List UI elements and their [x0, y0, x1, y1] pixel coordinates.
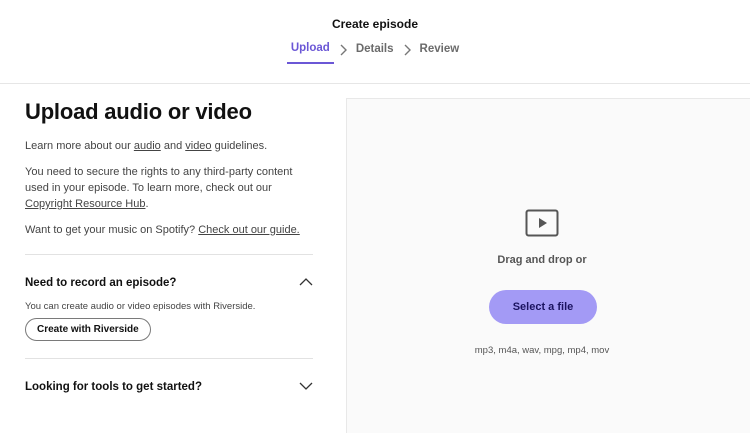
chevron-down-icon[interactable] — [299, 378, 313, 396]
music-guide-link[interactable]: Check out our guide. — [198, 224, 300, 236]
stepper: Upload Details Review — [0, 42, 750, 64]
record-episode-accordion[interactable]: Need to record an episode? — [25, 255, 313, 292]
video-guidelines-link[interactable]: video — [185, 140, 211, 152]
upload-heading: Upload audio or video — [25, 99, 252, 124]
header: Create episode Upload Details Review — [0, 0, 750, 84]
rights-text: You need to secure the rights to any thi… — [25, 164, 313, 212]
audio-guidelines-link[interactable]: audio — [134, 140, 161, 152]
music-text: Want to get your music on Spotify? Check… — [25, 222, 313, 238]
guidelines-suffix: guidelines. — [211, 140, 268, 152]
page-title: Create episode — [331, 17, 419, 31]
supported-formats: mp3, m4a, wav, mpg, mp4, mov — [474, 345, 610, 356]
copyright-hub-link[interactable]: Copyright Resource Hub — [25, 198, 145, 210]
music-body: Want to get your music on Spotify? — [25, 224, 199, 236]
step-upload[interactable]: Upload — [286, 42, 334, 64]
create-with-riverside-button[interactable]: Create with Riverside — [25, 318, 151, 341]
select-file-button[interactable]: Select a file — [489, 290, 597, 324]
step-review[interactable]: Review — [416, 43, 464, 63]
guidelines-text: Learn more about our audio and video gui… — [25, 138, 313, 154]
rights-suffix: . — [145, 198, 149, 210]
chevron-right-icon — [336, 43, 350, 63]
record-accordion-title: Need to record an episode? — [25, 277, 177, 289]
upload-info-panel: Upload audio or video Learn more about o… — [25, 98, 313, 396]
chevron-up-icon[interactable] — [299, 274, 313, 292]
drag-drop-text: Drag and drop or — [497, 254, 587, 266]
tools-accordion[interactable]: Looking for tools to get started? — [25, 359, 313, 396]
rights-body: You need to secure the rights to any thi… — [25, 166, 293, 194]
guidelines-middle: and — [160, 140, 186, 152]
record-accordion-body: You can create audio or video episodes w… — [25, 301, 256, 312]
file-drop-zone[interactable]: Drag and drop or Select a file mp3, m4a,… — [346, 98, 750, 433]
chevron-right-icon — [400, 43, 414, 63]
step-details[interactable]: Details — [352, 43, 398, 63]
guidelines-prefix: Learn more about our — [25, 140, 134, 152]
tools-accordion-title: Looking for tools to get started? — [25, 381, 202, 393]
play-video-icon — [525, 209, 559, 237]
